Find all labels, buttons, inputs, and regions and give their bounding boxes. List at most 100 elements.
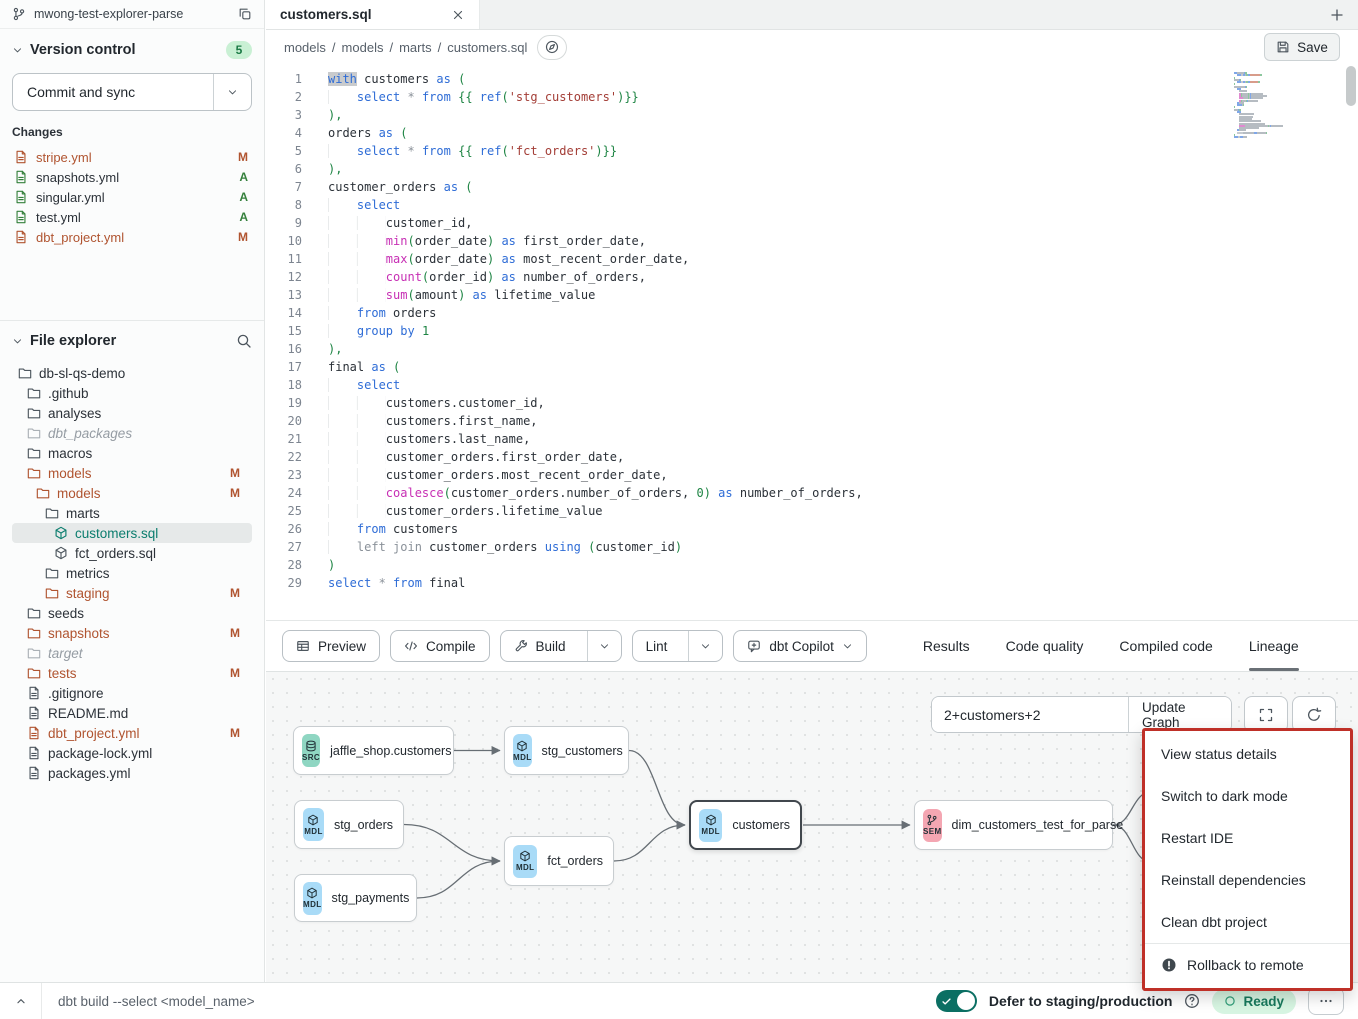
tab-lineage[interactable]: Lineage (1249, 621, 1299, 671)
tree-item-metrics[interactable]: metrics (12, 563, 252, 583)
lint-dropdown[interactable] (688, 631, 722, 661)
commit-options-dropdown[interactable] (213, 74, 251, 110)
build-main[interactable]: Build (501, 631, 579, 661)
tab-customers-sql[interactable]: customers.sql (266, 0, 480, 29)
code-lines[interactable]: with customers as ( select * from {{ ref… (310, 64, 1358, 620)
command-input[interactable]: dbt build --select <model_name> (58, 994, 936, 1009)
code-line[interactable]: select * from {{ ref('fct_orders')}} (328, 142, 1358, 160)
code-line[interactable]: sum(amount) as lifetime_value (328, 286, 1358, 304)
tree-item-customers.sql[interactable]: customers.sql (12, 523, 252, 543)
preview-button[interactable]: Preview (282, 630, 380, 662)
tree-item-seeds[interactable]: seeds (12, 603, 252, 623)
menu-item-rollback-to-remote[interactable]: Rollback to remote (1145, 944, 1350, 986)
breadcrumb-item[interactable]: marts (399, 40, 432, 55)
code-line[interactable]: min(order_date) as first_order_date, (328, 232, 1358, 250)
code-line[interactable]: customer_orders as ( (328, 178, 1358, 196)
lineage-node-fct_orders[interactable]: MDLfct_orders (504, 836, 614, 886)
copy-branch-icon[interactable] (238, 7, 252, 21)
tab-results[interactable]: Results (923, 621, 970, 671)
code-line[interactable]: customers.last_name, (328, 430, 1358, 448)
change-row[interactable]: dbt_project.ymlM (12, 227, 252, 247)
tree-item-tests[interactable]: testsM (12, 663, 252, 683)
tree-item-marts[interactable]: marts (12, 503, 252, 523)
code-line[interactable]: max(order_date) as most_recent_order_dat… (328, 250, 1358, 268)
tree-item-staging[interactable]: stagingM (12, 583, 252, 603)
new-tab-button[interactable] (1316, 0, 1358, 29)
code-line[interactable]: from orders (328, 304, 1358, 322)
menu-item-reinstall-dependencies[interactable]: Reinstall dependencies (1145, 859, 1350, 901)
code-line[interactable]: customer_orders.first_order_date, (328, 448, 1358, 466)
tree-item-snapshots[interactable]: snapshotsM (12, 623, 252, 643)
compile-button[interactable]: Compile (390, 630, 490, 662)
dbt-copilot-button[interactable]: dbt Copilot (733, 630, 867, 662)
lineage-node-stg_customers[interactable]: MDLstg_customers (504, 726, 629, 775)
lineage-node-stg_orders[interactable]: MDLstg_orders (294, 800, 404, 849)
code-line[interactable]: select (328, 196, 1358, 214)
lint-button[interactable]: Lint (632, 630, 724, 662)
command-bar-expand-button[interactable] (0, 983, 42, 1019)
code-line[interactable]: final as ( (328, 358, 1358, 376)
code-line[interactable]: ), (328, 340, 1358, 358)
tree-item-analyses[interactable]: analyses (12, 403, 252, 423)
code-line[interactable]: group by 1 (328, 322, 1358, 340)
scrollbar-thumb[interactable] (1346, 66, 1356, 106)
tree-item-db-sl-qs-demo[interactable]: db-sl-qs-demo (12, 363, 252, 383)
menu-item-view-status-details[interactable]: View status details (1145, 733, 1350, 775)
code-line[interactable]: count(order_id) as number_of_orders, (328, 268, 1358, 286)
tab-compiled-code[interactable]: Compiled code (1119, 621, 1212, 671)
code-line[interactable]: left join customer_orders using (custome… (328, 538, 1358, 556)
change-row[interactable]: test.ymlA (12, 207, 252, 227)
tree-item-dbt-project.yml[interactable]: dbt_project.ymlM (12, 723, 252, 743)
code-line[interactable]: select * from final (328, 574, 1358, 592)
lint-main[interactable]: Lint (633, 631, 681, 661)
breadcrumb-item[interactable]: models (284, 40, 326, 55)
status-badge[interactable]: Ready (1212, 989, 1296, 1014)
code-line[interactable]: select (328, 376, 1358, 394)
code-editor[interactable]: 1234567891011121314151617181920212223242… (266, 64, 1358, 620)
minimap[interactable] (1234, 72, 1292, 139)
defer-toggle[interactable] (936, 990, 977, 1012)
code-line[interactable]: orders as ( (328, 124, 1358, 142)
code-line[interactable]: ) (328, 556, 1358, 574)
help-icon[interactable] (1184, 993, 1200, 1009)
code-line[interactable]: ), (328, 106, 1358, 124)
tree-item-dbt-packages[interactable]: dbt_packages (12, 423, 252, 443)
tree-item-README.md[interactable]: README.md (12, 703, 252, 723)
code-line[interactable]: customer_orders.most_recent_order_date, (328, 466, 1358, 484)
tree-item-models[interactable]: modelsM (12, 483, 252, 503)
lineage-node-dim_customers[interactable]: SEMdim_customers_test_for_parse (914, 800, 1113, 850)
tree-item-.gitignore[interactable]: .gitignore (12, 683, 252, 703)
code-line[interactable]: select * from {{ ref('stg_customers')}} (328, 88, 1358, 106)
tree-item-packages.yml[interactable]: packages.yml (12, 763, 252, 783)
tree-item-fct-orders.sql[interactable]: fct_orders.sql (12, 543, 252, 563)
code-line[interactable]: customer_id, (328, 214, 1358, 232)
build-button[interactable]: Build (500, 630, 622, 662)
version-control-collapse-icon[interactable] (12, 45, 23, 56)
code-line[interactable]: coalesce(customer_orders.number_of_order… (328, 484, 1358, 502)
change-row[interactable]: singular.ymlA (12, 187, 252, 207)
change-row[interactable]: stripe.ymlM (12, 147, 252, 167)
code-line[interactable]: customers.customer_id, (328, 394, 1358, 412)
code-line[interactable]: with customers as ( (328, 70, 1358, 88)
more-options-button[interactable] (1308, 987, 1344, 1015)
close-icon[interactable] (451, 8, 465, 22)
menu-item-restart-ide[interactable]: Restart IDE (1145, 817, 1350, 859)
file-explorer-collapse-icon[interactable] (12, 336, 23, 347)
breadcrumb-item[interactable]: models (342, 40, 384, 55)
code-line[interactable]: from customers (328, 520, 1358, 538)
lineage-selector-input[interactable] (932, 697, 1128, 732)
build-dropdown[interactable] (587, 631, 621, 661)
lineage-node-stg_payments[interactable]: MDLstg_payments (294, 874, 417, 922)
tree-item-macros[interactable]: macros (12, 443, 252, 463)
open-in-explorer-button[interactable] (537, 35, 567, 60)
tree-item-target[interactable]: target (12, 643, 252, 663)
menu-item-clean-dbt-project[interactable]: Clean dbt project (1145, 901, 1350, 943)
tree-item-package-lock.yml[interactable]: package-lock.yml (12, 743, 252, 763)
change-row[interactable]: snapshots.ymlA (12, 167, 252, 187)
commit-and-sync-button[interactable]: Commit and sync (12, 73, 252, 111)
save-button[interactable]: Save (1264, 33, 1340, 61)
tree-item-models[interactable]: modelsM (12, 463, 252, 483)
tree-item-.github[interactable]: .github (12, 383, 252, 403)
lineage-node-customers[interactable]: MDLcustomers (689, 800, 802, 850)
menu-item-switch-to-dark-mode[interactable]: Switch to dark mode (1145, 775, 1350, 817)
